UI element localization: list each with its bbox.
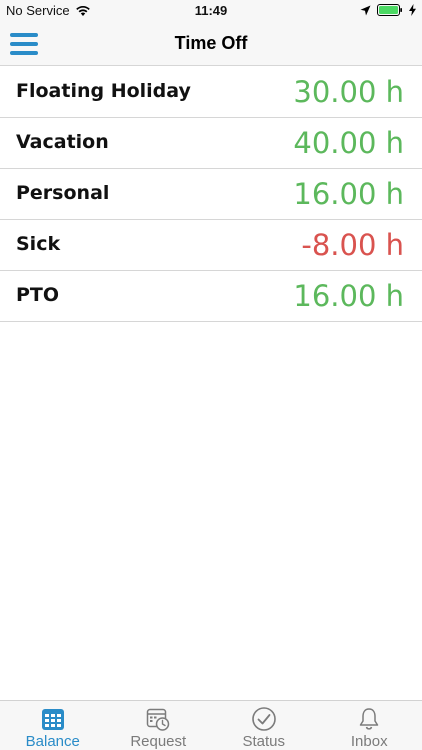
tab-label: Inbox [350, 733, 388, 750]
battery-icon [377, 4, 402, 16]
check-circle-icon [251, 707, 276, 731]
tab-balance[interactable]: Balance [0, 701, 106, 750]
grid-calendar-icon [41, 709, 64, 730]
balance-label: Vacation [16, 131, 109, 153]
balance-row-sick[interactable]: Sick -8.00 h [0, 220, 422, 271]
balance-label: Personal [16, 182, 110, 204]
charging-bolt-icon [409, 4, 416, 16]
calendar-clock-icon [147, 708, 170, 731]
balance-value: -8.00 h [301, 228, 404, 262]
location-arrow-icon [360, 5, 371, 15]
balance-value: 16.00 h [293, 177, 404, 211]
tab-label: Status [242, 733, 286, 750]
balance-list: Floating Holiday 30.00 h Vacation 40.00 … [0, 67, 422, 322]
balance-row-floating-holiday[interactable]: Floating Holiday 30.00 h [0, 67, 422, 118]
tab-label: Request [130, 733, 187, 750]
balance-value: 16.00 h [293, 279, 404, 313]
status-bar: No Service 11:49 [0, 0, 422, 22]
clock: 11:49 [194, 3, 228, 18]
balance-label: Floating Holiday [16, 80, 191, 102]
page-title: Time Off [174, 33, 248, 53]
tab-inbox[interactable]: Inbox [317, 701, 422, 750]
balance-row-pto[interactable]: PTO 16.00 h [0, 271, 422, 322]
tab-status[interactable]: Status [211, 701, 317, 750]
balance-row-vacation[interactable]: Vacation 40.00 h [0, 118, 422, 169]
balance-value: 40.00 h [293, 126, 404, 160]
balance-row-personal[interactable]: Personal 16.00 h [0, 169, 422, 220]
tab-request[interactable]: Request [106, 701, 212, 750]
tab-bar: Balance Request Status Inbox [0, 700, 422, 750]
status-icons [360, 4, 416, 16]
balance-label: Sick [16, 233, 61, 255]
navigation-bar: Time Off [0, 22, 422, 66]
balance-label: PTO [16, 284, 60, 306]
tab-label: Balance [25, 733, 80, 750]
balance-value: 30.00 h [293, 75, 404, 109]
bell-icon [360, 708, 379, 730]
